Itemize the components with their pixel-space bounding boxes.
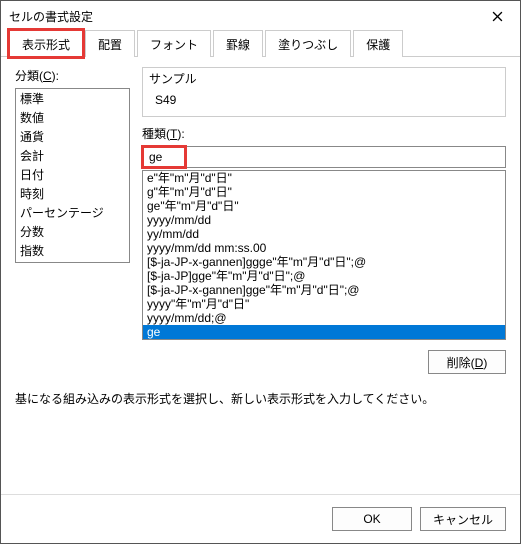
category-item[interactable]: 標準 (16, 89, 129, 108)
format-item[interactable]: e"年"m"月"d"日" (143, 171, 505, 185)
format-item[interactable]: yyyy"年"m"月"d"日" (143, 297, 505, 311)
format-item[interactable]: yyyy/mm/dd (143, 213, 505, 227)
category-listbox[interactable]: 標準数値通貨会計日付時刻パーセンテージ分数指数文字列その他ユーザー定義 (15, 88, 130, 263)
category-panel: 分類(C): 標準数値通貨会計日付時刻パーセンテージ分数指数文字列その他ユーザー… (15, 67, 130, 374)
tab-2[interactable]: フォント (137, 30, 211, 57)
delete-button[interactable]: 削除(D) (428, 350, 506, 374)
format-item[interactable]: [$-ja-JP]gge"年"m"月"d"日";@ (143, 269, 505, 283)
category-item[interactable]: 数値 (16, 108, 129, 127)
type-input[interactable] (143, 148, 505, 166)
type-label: 種類(T): (142, 125, 506, 142)
tab-strip: 表示形式配置フォント罫線塗りつぶし保護 (1, 31, 520, 57)
format-item[interactable]: g"年"m"月"d"日" (143, 185, 505, 199)
format-item[interactable]: yyyy/mm/dd;@ (143, 311, 505, 325)
tab-5[interactable]: 保護 (353, 30, 403, 57)
tab-content: 分類(C): 標準数値通貨会計日付時刻パーセンテージ分数指数文字列その他ユーザー… (1, 57, 520, 494)
type-section: 種類(T): e"年"m"月"d"日"g"年"m"月"d"日"ge"年"m"月"… (142, 125, 506, 340)
format-item[interactable]: [$-ja-JP-x-gannen]gge"年"m"月"d"日";@ (143, 283, 505, 297)
format-item[interactable]: [$-ja-JP-x-gannen]ggge"年"m"月"d"日";@ (143, 255, 505, 269)
tab-3[interactable]: 罫線 (213, 30, 263, 57)
dialog-title: セルの書式設定 (9, 8, 474, 25)
close-icon (492, 11, 503, 22)
hint-text: 基になる組み込みの表示形式を選択し、新しい表示形式を入力してください。 (15, 390, 506, 407)
category-label: 分類(C): (15, 67, 130, 84)
category-item[interactable]: 分数 (16, 222, 129, 241)
category-item[interactable]: 指数 (16, 241, 129, 260)
type-input-container (142, 146, 506, 168)
sample-value: S49 (149, 93, 499, 107)
format-item[interactable]: ge"年"m"月"d"日" (143, 199, 505, 213)
tab-4[interactable]: 塗りつぶし (265, 30, 351, 57)
close-button[interactable] (474, 1, 520, 31)
ok-button[interactable]: OK (332, 507, 412, 531)
category-item[interactable]: 文字列 (16, 260, 129, 263)
category-item[interactable]: 日付 (16, 165, 129, 184)
sample-label: サンプル (149, 70, 499, 87)
tab-1[interactable]: 配置 (85, 30, 135, 57)
format-item[interactable]: yyyy/mm/dd mm:ss.00 (143, 241, 505, 255)
right-panel: サンプル S49 種類(T): e"年"m"月"d"日"g"年"m"月"d"日"… (142, 67, 506, 374)
category-item[interactable]: 会計 (16, 146, 129, 165)
delete-row: 削除(D) (142, 350, 506, 374)
category-item[interactable]: 時刻 (16, 184, 129, 203)
format-item[interactable]: yy/mm/dd (143, 227, 505, 241)
category-item[interactable]: パーセンテージ (16, 203, 129, 222)
format-cells-dialog: セルの書式設定 表示形式配置フォント罫線塗りつぶし保護 分類(C): 標準数値通… (0, 0, 521, 544)
format-item[interactable]: ge (143, 325, 505, 339)
cancel-button[interactable]: キャンセル (420, 507, 506, 531)
dialog-footer: OK キャンセル (1, 494, 520, 543)
format-listbox[interactable]: e"年"m"月"d"日"g"年"m"月"d"日"ge"年"m"月"d"日"yyy… (142, 170, 506, 340)
sample-box: サンプル S49 (142, 67, 506, 117)
titlebar: セルの書式設定 (1, 1, 520, 31)
tab-0[interactable]: 表示形式 (9, 30, 83, 57)
category-item[interactable]: 通貨 (16, 127, 129, 146)
